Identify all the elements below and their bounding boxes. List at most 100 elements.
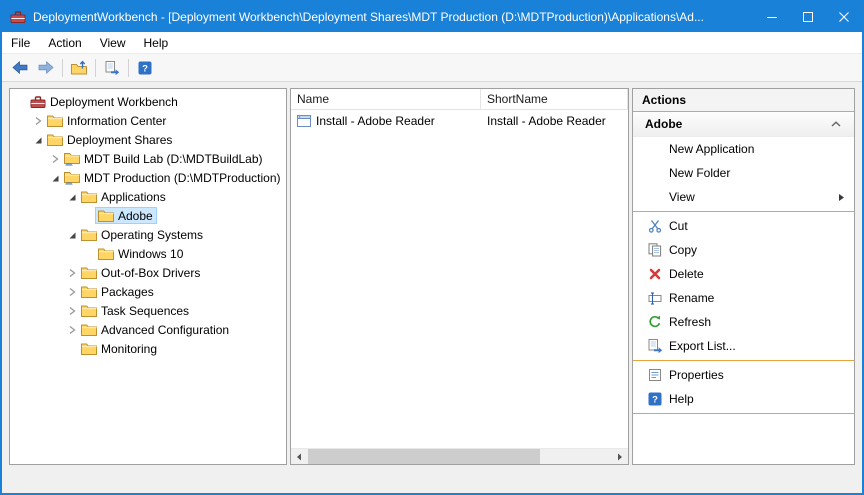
chevron-spacer	[14, 92, 27, 111]
tree-item-operating-systems[interactable]: Operating Systems	[10, 225, 286, 244]
scroll-right-button[interactable]	[612, 449, 628, 464]
tree-item-adobe[interactable]: Adobe	[10, 206, 286, 225]
action-view[interactable]: View	[633, 185, 854, 209]
menu-help[interactable]: Help	[135, 32, 178, 53]
chevron-collapsed-icon[interactable]	[65, 301, 78, 320]
tree-item-task-sequences[interactable]: Task Sequences	[10, 301, 286, 320]
action-export-list[interactable]: Export List...	[633, 334, 854, 358]
up-one-level-button[interactable]	[66, 56, 92, 80]
collapse-group-button[interactable]	[827, 119, 845, 129]
action-item-label: View	[669, 190, 695, 204]
scroll-left-button[interactable]	[291, 449, 307, 464]
action-new-application[interactable]: New Application	[633, 137, 854, 161]
column-header-shortname[interactable]: ShortName	[481, 89, 628, 109]
action-help[interactable]: ?Help	[633, 387, 854, 411]
export-icon	[646, 339, 664, 353]
list-item-shortname-label: Install - Adobe Reader	[487, 114, 606, 128]
action-refresh[interactable]: Refresh	[633, 310, 854, 334]
tree-item-windows-10[interactable]: Windows 10	[10, 244, 286, 263]
folder-icon	[81, 323, 97, 336]
action-new-folder[interactable]: New Folder	[633, 161, 854, 185]
tree-item-mdt-build-lab-d-mdtbuildlab[interactable]: MDT Build Lab (D:\MDTBuildLab)	[10, 149, 286, 168]
menu-file[interactable]: File	[2, 32, 39, 53]
tree-item-mdt-production-d-mdtproduction[interactable]: MDT Production (D:\MDTProduction)	[10, 168, 286, 187]
tree-item-deployment-shares[interactable]: Deployment Shares	[10, 130, 286, 149]
tree-item-monitoring[interactable]: Monitoring	[10, 339, 286, 358]
close-button[interactable]	[826, 2, 862, 32]
chevron-collapsed-icon[interactable]	[48, 149, 61, 168]
folder-icon	[98, 247, 114, 260]
tree-item-content: Deployment Workbench	[27, 93, 182, 110]
folder-icon	[81, 190, 97, 203]
chevron-expanded-icon[interactable]	[65, 187, 78, 206]
folder-icon	[47, 133, 63, 146]
actions-separator	[633, 413, 854, 414]
chevron-collapsed-icon[interactable]	[65, 282, 78, 301]
horizontal-scrollbar[interactable]	[291, 448, 628, 464]
tree-item-content: MDT Build Lab (D:\MDTBuildLab)	[61, 150, 267, 167]
tree-item-out-of-box-drivers[interactable]: Out-of-Box Drivers	[10, 263, 286, 282]
tree-item-content: Monitoring	[78, 340, 161, 357]
scroll-thumb[interactable]	[308, 449, 540, 464]
action-rename[interactable]: Rename	[633, 286, 854, 310]
shared-folder-icon	[64, 152, 80, 166]
tree-item-packages[interactable]: Packages	[10, 282, 286, 301]
actions-separator	[633, 360, 854, 361]
list-item-install-adobe-reader[interactable]: Install - Adobe Reader Install - Adobe Re…	[291, 111, 628, 130]
chevron-collapsed-icon[interactable]	[65, 263, 78, 282]
menu-bar: FileActionViewHelp	[2, 32, 862, 54]
tree-item-information-center[interactable]: Information Center	[10, 111, 286, 130]
tree-item-content: Advanced Configuration	[78, 321, 233, 338]
back-button[interactable]	[7, 56, 33, 80]
action-item-label: Cut	[669, 219, 688, 233]
tree-item-content: MDT Production (D:\MDTProduction)	[61, 169, 285, 186]
action-item-label: New Folder	[669, 166, 730, 180]
cut-icon	[646, 219, 664, 233]
forward-button[interactable]	[33, 56, 59, 80]
shared-folder-icon	[64, 171, 80, 185]
refresh-icon	[646, 315, 664, 329]
scroll-track[interactable]	[307, 449, 612, 464]
status-bar	[2, 471, 862, 493]
maximize-button[interactable]	[790, 2, 826, 32]
title-bar: DeploymentWorkbench - [Deployment Workbe…	[2, 2, 862, 32]
console-tree-pane: Deployment WorkbenchInformation CenterDe…	[9, 88, 287, 465]
folder-icon	[81, 342, 97, 355]
tree-item-advanced-configuration[interactable]: Advanced Configuration	[10, 320, 286, 339]
actions-title-label: Actions	[642, 93, 686, 107]
action-delete[interactable]: Delete	[633, 262, 854, 286]
tree-item-content: Applications	[78, 188, 170, 205]
chevron-expanded-icon[interactable]	[65, 225, 78, 244]
copy-icon	[646, 243, 664, 257]
list-item-name-label: Install - Adobe Reader	[316, 114, 435, 128]
actions-list: New Application New Folder View Cut CopyDele…	[633, 137, 854, 464]
help-icon: ?	[646, 392, 664, 406]
tree-item-label: Operating Systems	[101, 228, 203, 242]
chevron-expanded-icon[interactable]	[48, 168, 61, 187]
minimize-button[interactable]	[754, 2, 790, 32]
action-cut[interactable]: Cut	[633, 214, 854, 238]
chevron-collapsed-icon[interactable]	[31, 111, 44, 130]
tree-item-label: Task Sequences	[101, 304, 189, 318]
column-header-name[interactable]: Name	[291, 89, 481, 109]
folder-icon	[47, 114, 63, 127]
action-group-label: Adobe	[645, 117, 682, 131]
help-button[interactable]: ?	[132, 56, 158, 80]
action-group-header[interactable]: Adobe	[633, 112, 854, 137]
action-item-label: Export List...	[669, 339, 736, 353]
action-properties[interactable]: Properties	[633, 363, 854, 387]
tree-item-deployment-workbench[interactable]: Deployment Workbench	[10, 92, 286, 111]
tree-item-applications[interactable]: Applications	[10, 187, 286, 206]
window-title: DeploymentWorkbench - [Deployment Workbe…	[33, 10, 754, 24]
tree-item-label: MDT Production (D:\MDTProduction)	[84, 171, 281, 185]
action-copy[interactable]: Copy	[633, 238, 854, 262]
toolbar-separator	[95, 59, 96, 77]
results-pane: Name ShortName Install - Adobe ReaderIns…	[290, 88, 629, 465]
menu-view[interactable]: View	[91, 32, 135, 53]
tree-item-label: Applications	[101, 190, 166, 204]
chevron-expanded-icon[interactable]	[31, 130, 44, 149]
chevron-collapsed-icon[interactable]	[65, 320, 78, 339]
menu-action[interactable]: Action	[39, 32, 90, 53]
export-list-button[interactable]	[99, 56, 125, 80]
rename-icon	[646, 291, 664, 305]
